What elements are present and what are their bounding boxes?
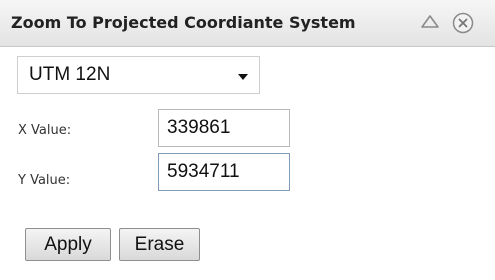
x-value-input[interactable] [158, 109, 290, 147]
chevron-down-icon [238, 74, 248, 80]
panel-title: Zoom To Projected Coordiante System [11, 13, 356, 32]
erase-button[interactable]: Erase [119, 228, 200, 261]
close-icon[interactable] [451, 11, 475, 35]
projection-select[interactable]: UTM 12N [17, 56, 260, 94]
zoom-to-coordinate-panel: Zoom To Projected Coordiante System UTM … [0, 0, 495, 280]
apply-button[interactable]: Apply [25, 228, 111, 261]
projection-select-value: UTM 12N [29, 64, 111, 85]
panel-titlebar: Zoom To Projected Coordiante System [0, 0, 495, 47]
y-value-label: Y Value: [18, 173, 71, 188]
y-value-input[interactable] [158, 153, 290, 191]
collapse-icon[interactable] [419, 11, 441, 33]
x-value-label: X Value: [18, 123, 72, 138]
